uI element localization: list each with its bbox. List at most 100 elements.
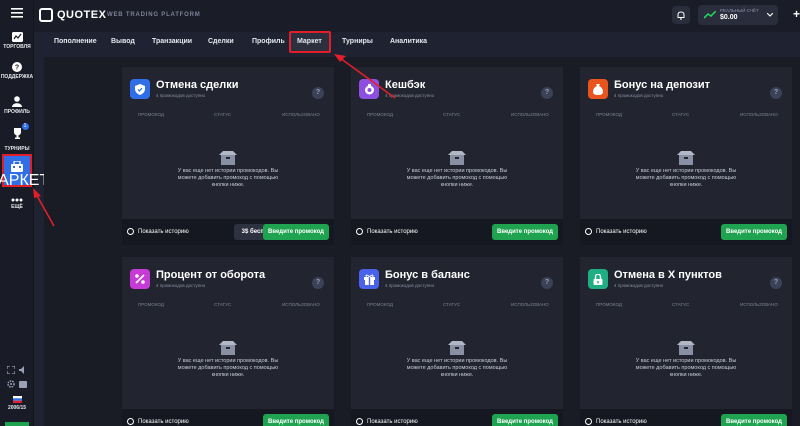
column-header: ИСПОЛЬЗОВАНО bbox=[282, 302, 320, 307]
sidebar-bottom-controls-2 bbox=[0, 380, 34, 388]
tab-profile[interactable]: Профиль bbox=[252, 38, 285, 45]
chart-icon bbox=[11, 32, 23, 42]
enter-promo-button[interactable]: Введите промокод bbox=[263, 224, 329, 240]
show-history-label: Показать историю bbox=[596, 418, 647, 425]
empty-state-text: У вас еще нет истории промокодов. Вы мож… bbox=[406, 358, 508, 378]
card-subtitle: 4 промокодов доступно bbox=[385, 283, 435, 288]
fullscreen-icon[interactable] bbox=[7, 366, 15, 374]
card-footer: Показать историю Введите промокод bbox=[580, 409, 792, 426]
sidebar-item-trading[interactable]: ТОРГОВЛЯ bbox=[0, 32, 34, 50]
market-icon bbox=[11, 161, 23, 172]
tab-trades[interactable]: Сделки bbox=[208, 38, 234, 45]
sidebar-item-tournaments[interactable]: 1 ТУРНИРЫ bbox=[0, 123, 34, 152]
enter-promo-button[interactable]: Введите промокод bbox=[263, 414, 329, 426]
empty-state-text: У вас еще нет истории промокодов. Вы мож… bbox=[406, 168, 508, 188]
market-content: Отмена сделки 4 промокодов доступно ? ПР… bbox=[44, 57, 800, 426]
brand-logo[interactable]: QUOTEX bbox=[39, 8, 106, 22]
clock-icon bbox=[585, 228, 592, 235]
tab-withdrawal[interactable]: Вывод bbox=[111, 38, 135, 45]
sound-icon[interactable] bbox=[19, 366, 27, 374]
enter-promo-button[interactable]: Введите промокод bbox=[721, 224, 787, 240]
sidebar-bottom-bar[interactable] bbox=[5, 422, 29, 426]
sidebar-bottom-controls bbox=[0, 366, 34, 374]
help-icon[interactable]: ? bbox=[312, 87, 324, 99]
cashback-icon bbox=[359, 79, 379, 99]
deposit-plus-button[interactable]: + bbox=[793, 7, 800, 21]
tab-analytics[interactable]: Аналитика bbox=[390, 38, 427, 45]
empty-state-text: У вас еще нет истории промокодов. Вы мож… bbox=[177, 358, 279, 378]
column-header: ПРОМОКОД bbox=[138, 112, 164, 117]
promo-card: Бонус в баланс 4 промокодов доступно ? П… bbox=[351, 257, 563, 426]
settings-gear-icon[interactable] bbox=[7, 380, 15, 388]
help-icon[interactable]: ? bbox=[770, 277, 782, 289]
table-header: ПРОМОКОД СТАТУС ИСПОЛЬЗОВАНО bbox=[580, 112, 792, 122]
table-header: ПРОМОКОД СТАТУС ИСПОЛЬЗОВАНО bbox=[122, 302, 334, 312]
enter-promo-button[interactable]: Введите промокод bbox=[492, 414, 558, 426]
show-history-toggle[interactable]: Показать историю bbox=[585, 228, 647, 235]
card-title: Бонус в баланс bbox=[385, 269, 470, 281]
table-header: ПРОМОКОД СТАТУС ИСПОЛЬЗОВАНО bbox=[351, 112, 563, 122]
sidebar-menu-button[interactable] bbox=[0, 8, 34, 18]
show-history-toggle[interactable]: Показать историю bbox=[127, 228, 189, 235]
hamburger-icon bbox=[11, 8, 23, 18]
clock-icon bbox=[585, 418, 592, 425]
chevron-down-icon bbox=[767, 13, 773, 17]
show-history-toggle[interactable]: Показать историю bbox=[127, 418, 189, 425]
help-icon[interactable]: ? bbox=[770, 87, 782, 99]
sidebar-item-more[interactable]: ЕЩЁ bbox=[0, 198, 34, 210]
tab-transactions[interactable]: Транзакции bbox=[152, 38, 192, 45]
promo-card: Отмена сделки 4 промокодов доступно ? ПР… bbox=[122, 67, 334, 245]
app-window: ТОРГОВЛЯ ? ПОДДЕРЖКА ПРОФИЛЬ 1 ТУРНИРЫ М… bbox=[0, 0, 800, 426]
top-bar: QUOTEX WEB TRADING PLATFORM РЕАЛЬНЫЙ СЧЁ… bbox=[34, 0, 800, 32]
column-header: СТАТУС bbox=[214, 112, 232, 117]
sidebar-item-label: ТОРГОВЛЯ bbox=[3, 44, 31, 50]
column-header: ИСПОЛЬЗОВАНО bbox=[740, 112, 778, 117]
empty-state-text: У вас еще нет истории промокодов. Вы мож… bbox=[635, 358, 737, 378]
left-sidebar: ТОРГОВЛЯ ? ПОДДЕРЖКА ПРОФИЛЬ 1 ТУРНИРЫ М… bbox=[0, 0, 49, 426]
sidebar-item-label: ПРОФИЛЬ bbox=[4, 109, 30, 115]
show-history-toggle[interactable]: Показать историю bbox=[585, 418, 647, 425]
notifications-button[interactable] bbox=[672, 6, 690, 24]
column-header: ПРОМОКОД bbox=[596, 302, 622, 307]
tab-market[interactable]: Маркет bbox=[297, 38, 322, 45]
help-icon[interactable]: ? bbox=[541, 87, 553, 99]
empty-box-icon bbox=[448, 151, 466, 165]
gift-icon bbox=[359, 269, 379, 289]
help-icon[interactable]: ? bbox=[541, 277, 553, 289]
column-header: СТАТУС bbox=[672, 302, 690, 307]
help-icon[interactable]: ? bbox=[312, 277, 324, 289]
user-icon bbox=[12, 96, 22, 107]
shield-icon bbox=[130, 79, 150, 99]
sidebar-item-profile[interactable]: ПРОФИЛЬ bbox=[0, 96, 34, 115]
show-history-toggle[interactable]: Показать историю bbox=[356, 418, 418, 425]
tab-tournaments[interactable]: Турниры bbox=[342, 38, 373, 45]
show-history-label: Показать историю bbox=[367, 418, 418, 425]
enter-promo-button[interactable]: Введите промокод bbox=[721, 414, 787, 426]
account-switcher[interactable]: РЕАЛЬНЫЙ СЧЁТ $0.00 bbox=[698, 5, 778, 25]
help-icon: ? bbox=[12, 62, 22, 72]
trophy-icon bbox=[13, 128, 21, 139]
empty-box-icon bbox=[219, 151, 237, 165]
card-subtitle: 4 промокодов доступно bbox=[156, 283, 206, 288]
brand-name: QUOTEX bbox=[57, 9, 107, 21]
sidebar-item-label: МАРКЕТ bbox=[0, 172, 50, 189]
empty-state-text: У вас еще нет истории промокодов. Вы мож… bbox=[177, 168, 279, 188]
promo-card: Бонус на депозит 4 промокодов доступно ?… bbox=[580, 67, 792, 245]
empty-box-icon bbox=[677, 341, 695, 355]
clock-icon bbox=[127, 228, 134, 235]
tab-deposit[interactable]: Пополнение bbox=[54, 38, 97, 45]
enter-promo-button[interactable]: Введите промокод bbox=[492, 224, 558, 240]
sidebar-item-market[interactable]: МАРКЕТ bbox=[0, 154, 49, 189]
clock-icon bbox=[127, 418, 134, 425]
empty-box-icon bbox=[219, 341, 237, 355]
clock-icon bbox=[356, 418, 363, 425]
card-subtitle: 4 промокодов доступно bbox=[614, 283, 664, 288]
keyboard-icon[interactable] bbox=[19, 380, 27, 388]
lock-icon bbox=[588, 269, 608, 289]
sidebar-item-support[interactable]: ? ПОДДЕРЖКА bbox=[0, 62, 34, 80]
platform-label: WEB TRADING PLATFORM bbox=[107, 12, 201, 18]
show-history-toggle[interactable]: Показать историю bbox=[356, 228, 418, 235]
card-footer: Показать историю Введите промокод bbox=[122, 409, 334, 426]
card-title: Бонус на депозит bbox=[614, 79, 711, 91]
quotex-logo-icon bbox=[39, 8, 53, 22]
